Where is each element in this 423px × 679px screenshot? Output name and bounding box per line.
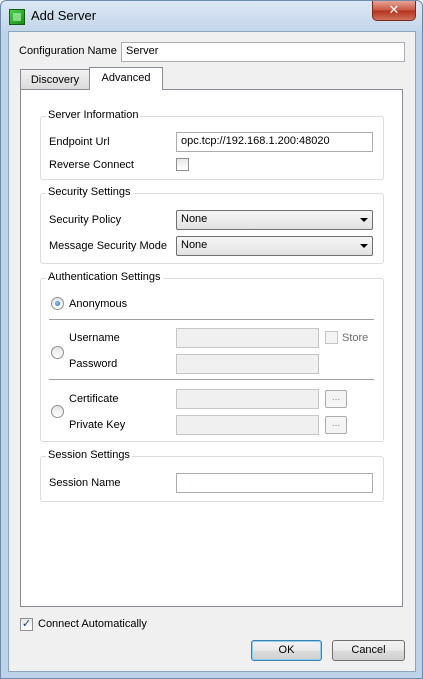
endpoint-url-label: Endpoint Url xyxy=(49,136,110,148)
private-key-label: Private Key xyxy=(69,419,126,431)
browse-certificate-button[interactable]: ... xyxy=(325,390,347,408)
reverse-connect-checkbox[interactable] xyxy=(176,158,189,171)
session-name-input[interactable] xyxy=(176,473,373,493)
divider xyxy=(49,379,374,380)
message-security-mode-select[interactable]: None xyxy=(176,236,373,256)
connect-automatically-checkbox[interactable]: ✓ xyxy=(20,618,33,631)
store-checkbox[interactable] xyxy=(325,331,338,344)
reverse-connect-label: Reverse Connect xyxy=(49,159,134,171)
advanced-tab-panel: Server Information Endpoint Url opc.tcp:… xyxy=(20,89,403,607)
username-password-radio[interactable] xyxy=(51,346,64,359)
certificate-label: Certificate xyxy=(69,393,119,405)
add-server-dialog: Add Server ✕ Configuration Name Server D… xyxy=(0,0,423,679)
security-policy-label: Security Policy xyxy=(49,214,122,226)
certificate-radio[interactable] xyxy=(51,405,64,418)
anonymous-radio[interactable] xyxy=(51,297,64,310)
endpoint-url-input[interactable]: opc.tcp://192.168.1.200:48020 xyxy=(176,132,373,152)
authentication-settings-title: Authentication Settings xyxy=(46,271,163,283)
server-information-group: Server Information Endpoint Url opc.tcp:… xyxy=(40,109,384,180)
title-bar: Add Server ✕ xyxy=(1,1,422,31)
security-settings-title: Security Settings xyxy=(46,186,133,198)
username-label: Username xyxy=(69,332,120,344)
tab-discovery[interactable]: Discovery xyxy=(20,69,90,90)
configuration-name-input[interactable]: Server xyxy=(121,42,405,62)
private-key-input[interactable] xyxy=(176,415,319,435)
session-settings-group: Session Settings Session Name xyxy=(40,449,384,502)
app-icon xyxy=(9,9,25,25)
security-policy-select[interactable]: None xyxy=(176,210,373,230)
security-settings-group: Security Settings Security Policy None M… xyxy=(40,186,384,264)
tab-advanced[interactable]: Advanced xyxy=(89,67,163,90)
password-input[interactable] xyxy=(176,354,319,374)
username-input[interactable] xyxy=(176,328,319,348)
session-settings-title: Session Settings xyxy=(46,449,132,461)
message-security-mode-label: Message Security Mode xyxy=(49,240,167,252)
message-security-mode-value: None xyxy=(181,239,208,251)
divider xyxy=(49,319,374,320)
anonymous-label: Anonymous xyxy=(69,298,128,310)
connect-automatically-label: Connect Automatically xyxy=(38,618,147,630)
chevron-down-icon xyxy=(360,218,368,222)
password-label: Password xyxy=(69,358,118,370)
close-button[interactable]: ✕ xyxy=(372,1,416,21)
window-title: Add Server xyxy=(31,8,97,23)
certificate-input[interactable] xyxy=(176,389,319,409)
security-policy-value: None xyxy=(181,213,208,225)
browse-private-key-button[interactable]: ... xyxy=(325,416,347,434)
session-name-label: Session Name xyxy=(49,477,121,489)
cancel-button[interactable]: Cancel xyxy=(332,640,405,661)
authentication-settings-group: Authentication Settings Anonymous Userna… xyxy=(40,271,384,442)
configuration-name-label: Configuration Name xyxy=(19,45,117,57)
ok-button[interactable]: OK xyxy=(251,640,322,661)
server-information-title: Server Information xyxy=(46,109,141,121)
chevron-down-icon xyxy=(360,244,368,248)
store-label: Store xyxy=(342,332,369,344)
dialog-body: Configuration Name Server Discovery Adva… xyxy=(8,31,416,672)
